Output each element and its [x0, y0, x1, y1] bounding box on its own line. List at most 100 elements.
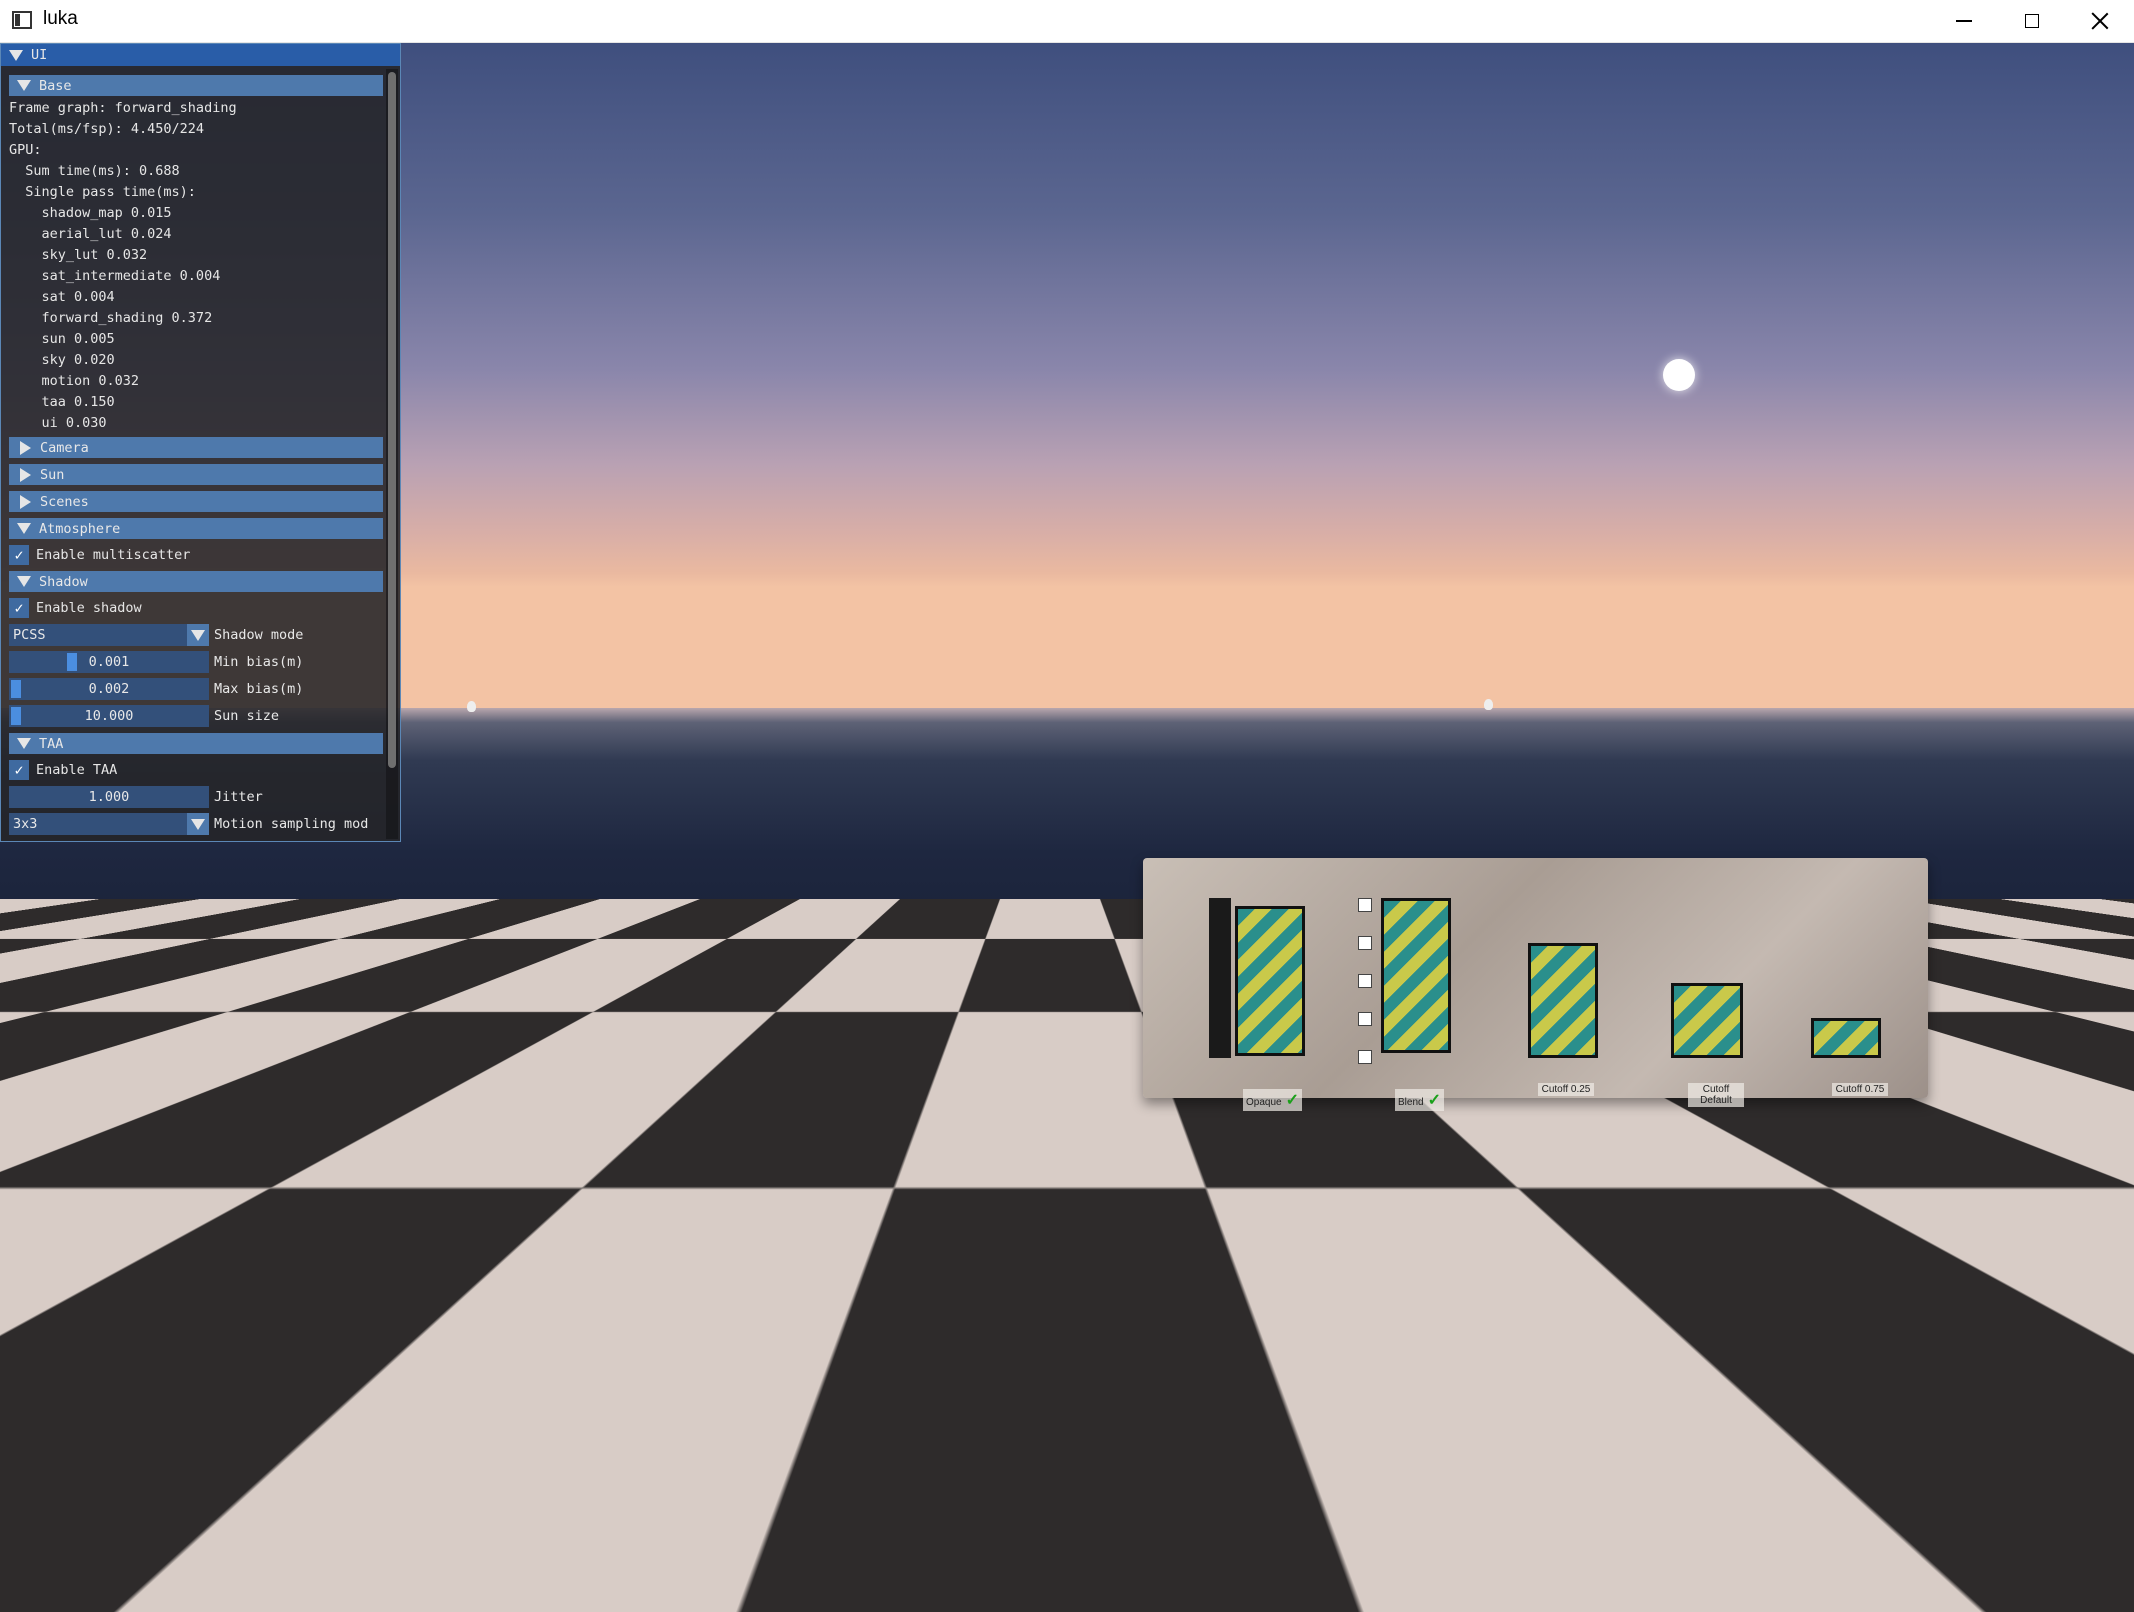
- minimize-button[interactable]: [1930, 0, 1998, 42]
- multiscatter-label: Enable multiscatter: [36, 547, 191, 563]
- board-label-cutoff-default: Cutoff Default: [1688, 1083, 1744, 1107]
- stat-pass-taa: taa 0.150: [9, 394, 115, 410]
- header-shadow-label: Shadow: [39, 573, 88, 590]
- window-title-bar: luka: [0, 0, 2134, 43]
- collapse-icon[interactable]: [9, 49, 23, 61]
- stat-pass-motion: motion 0.032: [9, 373, 140, 389]
- panel-cutoff-025: [1528, 943, 1598, 1058]
- red-cube: [297, 949, 449, 1071]
- stat-pass-sat: sat 0.004: [9, 289, 115, 305]
- panel-opaque: [1235, 906, 1305, 1056]
- header-base[interactable]: Base: [9, 75, 383, 96]
- header-scenes[interactable]: Scenes: [9, 491, 383, 512]
- board-label-opaque-text: Opaque: [1246, 1097, 1282, 1108]
- buoy-right: [1484, 699, 1493, 710]
- header-camera-label: Camera: [40, 439, 89, 456]
- collapsed-icon: [20, 440, 31, 455]
- max-bias-slider[interactable]: 0.002: [9, 678, 209, 700]
- enable-shadow-row[interactable]: ✓ Enable shadow: [9, 596, 142, 620]
- header-taa[interactable]: TAA: [9, 733, 383, 754]
- stat-pass-shadow-map: shadow_map 0.015: [9, 205, 172, 221]
- checkmark-icon: ✓: [14, 761, 24, 779]
- min-bias-label: Min bias(m): [214, 654, 304, 670]
- sun-disc: [1663, 359, 1695, 391]
- ui-panel-title: UI: [31, 47, 48, 63]
- enable-shadow-checkbox[interactable]: ✓: [9, 598, 29, 618]
- max-bias-value: 0.002: [88, 681, 130, 697]
- checkmark-icon: ✓: [14, 546, 24, 564]
- stat-pass-sun: sun 0.005: [9, 331, 115, 347]
- collapsed-icon: [20, 467, 31, 482]
- enable-taa-label: Enable TAA: [36, 762, 118, 778]
- maximize-icon: [2025, 14, 2039, 28]
- shadow-mode-combo[interactable]: PCSS: [9, 624, 209, 646]
- checkmark-icon: ✓: [14, 599, 24, 617]
- jitter-label: Jitter: [214, 789, 263, 805]
- minimize-icon: [1956, 20, 1972, 22]
- ui-panel-titlebar[interactable]: UI: [1, 44, 400, 66]
- helmet-visor-light: [957, 977, 971, 991]
- close-icon: [2091, 12, 2109, 30]
- multiscatter-checkbox[interactable]: ✓: [9, 545, 29, 565]
- header-atmosphere[interactable]: Atmosphere: [9, 518, 383, 539]
- jitter-value: 1.000: [88, 789, 130, 805]
- tick: [1358, 936, 1372, 950]
- board-label-blend: Blend ✓: [1395, 1089, 1444, 1111]
- stat-single-pass: Single pass time(ms):: [9, 184, 196, 200]
- stat-pass-aerial-lut: aerial_lut 0.024: [9, 226, 172, 242]
- sun-size-slider[interactable]: 10.000: [9, 705, 209, 727]
- expanded-icon: [17, 738, 31, 749]
- sun-size-value: 10.000: [84, 708, 134, 724]
- check-icon: ✓: [1285, 1092, 1299, 1109]
- max-bias-label: Max bias(m): [214, 681, 304, 697]
- header-shadow[interactable]: Shadow: [9, 571, 383, 592]
- stat-frame-graph: Frame graph: forward_shading: [9, 100, 237, 116]
- expanded-icon: [17, 80, 31, 91]
- board-label-blend-text: Blend: [1398, 1097, 1424, 1108]
- tick: [1358, 898, 1372, 912]
- stat-pass-sky: sky 0.020: [9, 352, 115, 368]
- motion-sampling-combo[interactable]: 3x3: [9, 813, 209, 835]
- close-button[interactable]: [2066, 0, 2134, 42]
- app-icon: [12, 11, 32, 29]
- min-bias-value: 0.001: [88, 654, 130, 670]
- multiscatter-row[interactable]: ✓ Enable multiscatter: [9, 543, 190, 567]
- collapsed-icon: [20, 494, 31, 509]
- header-atmosphere-label: Atmosphere: [39, 520, 121, 537]
- enable-shadow-label: Enable shadow: [36, 600, 142, 616]
- ruler-opaque: [1209, 898, 1231, 1058]
- buoy-left: [467, 701, 476, 712]
- panel-cutoff-075: [1811, 1018, 1881, 1058]
- header-taa-label: TAA: [39, 735, 64, 752]
- jitter-input[interactable]: 1.000: [9, 786, 209, 808]
- dropdown-arrow-icon[interactable]: [187, 813, 209, 835]
- tick: [1358, 974, 1372, 988]
- header-scenes-label: Scenes: [40, 493, 89, 510]
- header-sun[interactable]: Sun: [9, 464, 383, 485]
- ui-panel[interactable]: UI Base Frame graph: forward_shading Tot…: [0, 43, 401, 842]
- board-label-cutoff-025: Cutoff 0.25: [1538, 1083, 1594, 1096]
- shadow-mode-label: Shadow mode: [214, 627, 304, 643]
- dropdown-arrow-icon[interactable]: [187, 624, 209, 646]
- header-camera[interactable]: Camera: [9, 437, 383, 458]
- stat-gpu: GPU:: [9, 142, 42, 158]
- tick: [1358, 1050, 1372, 1064]
- scrollbar-thumb[interactable]: [388, 72, 396, 768]
- window-title: luka: [43, 8, 78, 29]
- stat-pass-ui: ui 0.030: [9, 415, 107, 431]
- check-icon: ✓: [1427, 1092, 1441, 1109]
- maximize-button[interactable]: [1998, 0, 2066, 42]
- stat-pass-sat-intermediate: sat_intermediate 0.004: [9, 268, 221, 284]
- enable-taa-checkbox[interactable]: ✓: [9, 760, 29, 780]
- board-label-opaque: Opaque ✓: [1243, 1089, 1302, 1111]
- motion-sampling-label: Motion sampling mod: [214, 816, 369, 832]
- enable-taa-row[interactable]: ✓ Enable TAA: [9, 758, 117, 782]
- stat-pass-forward-shading: forward_shading 0.372: [9, 310, 213, 326]
- stat-total: Total(ms/fsp): 4.450/224: [9, 121, 205, 137]
- header-sun-label: Sun: [40, 466, 65, 483]
- stat-pass-sky-lut: sky_lut 0.032: [9, 247, 148, 263]
- min-bias-slider[interactable]: 0.001: [9, 651, 209, 673]
- panel-cutoff-default: [1671, 983, 1743, 1058]
- helmet-visor-light-lower: [957, 999, 971, 1013]
- expanded-icon: [17, 523, 31, 534]
